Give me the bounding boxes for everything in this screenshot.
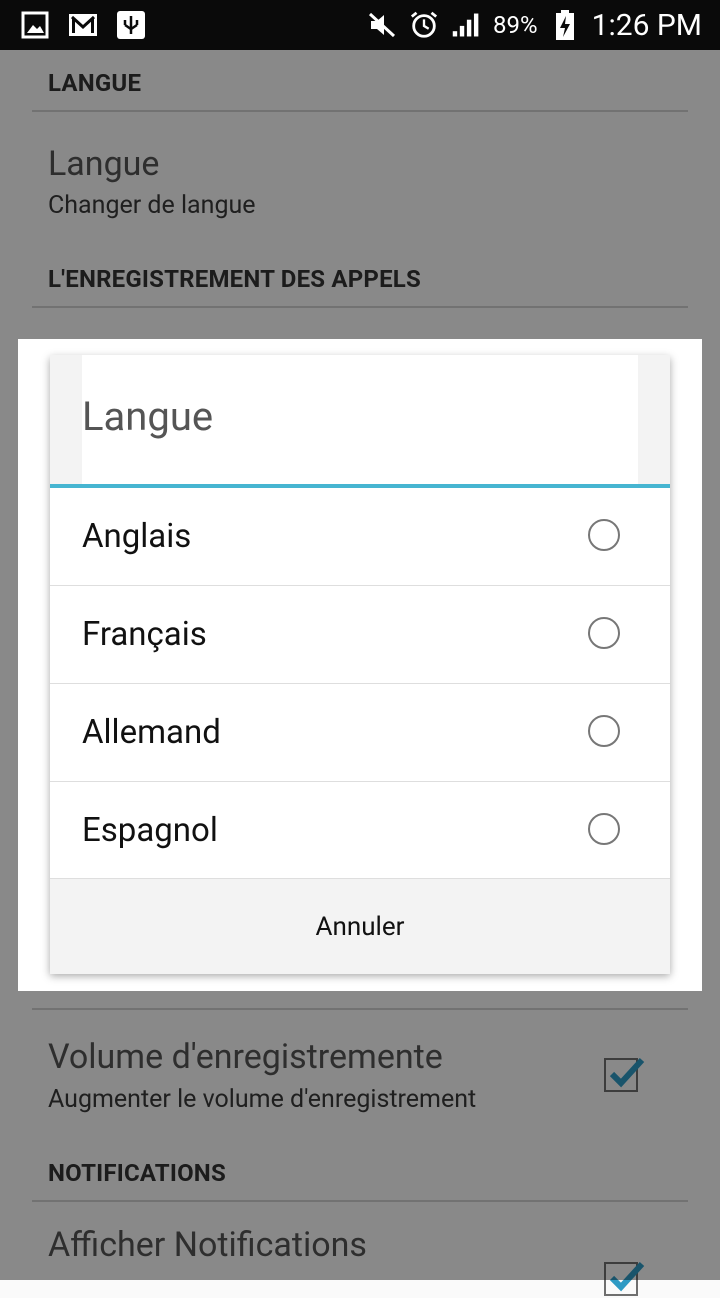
- radio-button[interactable]: [588, 519, 620, 551]
- option-label: Allemand: [82, 713, 221, 752]
- option-anglais[interactable]: Anglais: [50, 488, 670, 586]
- option-francais[interactable]: Français: [50, 586, 670, 684]
- option-allemand[interactable]: Allemand: [50, 684, 670, 782]
- language-dialog: Langue Anglais Français Allemand Espagno…: [50, 355, 670, 974]
- battery-percent: 89%: [493, 11, 538, 39]
- radio-button[interactable]: [588, 617, 620, 649]
- option-label: Espagnol: [82, 811, 218, 850]
- option-espagnol[interactable]: Espagnol: [50, 782, 670, 880]
- cancel-button[interactable]: Annuler: [50, 878, 670, 974]
- status-bar: 89% 1:26 PM: [0, 0, 720, 50]
- radio-button[interactable]: [588, 715, 620, 747]
- cancel-label: Annuler: [315, 912, 405, 942]
- radio-button[interactable]: [588, 813, 620, 845]
- alarm-icon: [409, 10, 439, 40]
- dialog-title: Langue: [82, 393, 214, 440]
- option-label: Français: [82, 615, 207, 654]
- gmail-icon: [68, 10, 98, 40]
- option-label: Anglais: [82, 517, 192, 556]
- clock: 1:26 PM: [591, 7, 702, 43]
- battery-charging-icon: [550, 10, 580, 40]
- usb-icon: [116, 10, 146, 40]
- signal-icon: [451, 10, 481, 40]
- image-notification-icon: [20, 10, 50, 40]
- mute-icon: [367, 10, 397, 40]
